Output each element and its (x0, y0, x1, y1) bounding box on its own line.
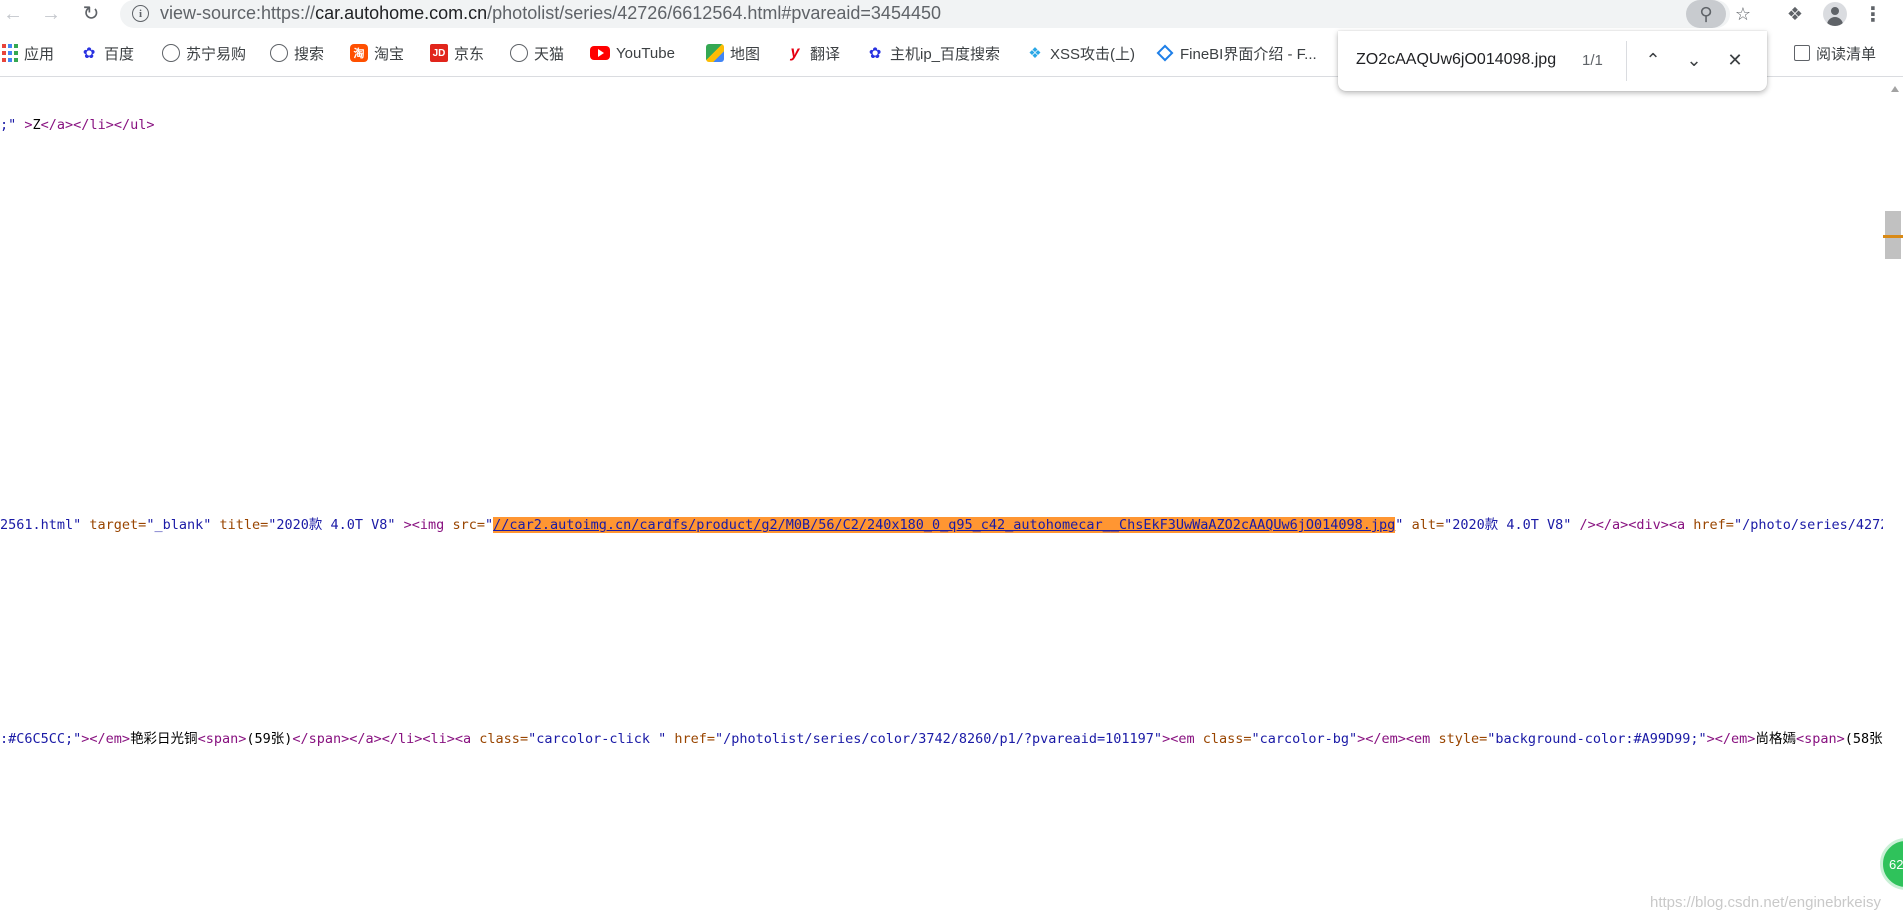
forward-arrow-icon[interactable]: → (38, 2, 64, 26)
bookmark-label: 搜索 (294, 45, 325, 63)
jd-icon: JD (430, 44, 448, 62)
reading-list-button[interactable]: 阅读清单 (1794, 42, 1876, 64)
maps-icon (706, 44, 724, 62)
bookmark-xss[interactable]: ❖ XSS攻击(上) (1026, 42, 1135, 64)
taobao-icon: 淘 (350, 44, 368, 62)
url-scheme: view-source:https:// (160, 3, 316, 23)
find-next-chevron-down-icon[interactable]: ⌄ (1681, 47, 1707, 73)
globe-icon (162, 44, 180, 62)
bookmark-label: 百度 (104, 45, 135, 63)
find-previous-chevron-up-icon[interactable]: ⌃ (1640, 47, 1666, 73)
reading-list-icon (1794, 45, 1810, 61)
bookmark-taobao[interactable]: 淘 淘宝 (350, 42, 404, 64)
page-source-view: ;" >Z</a></li></ul> 2561.html" target="_… (0, 77, 1883, 922)
image-src-link[interactable]: //car2.autoimg.cn/cardfs/product/g2/M0B/… (493, 517, 1396, 533)
source-line: 2561.html" target="_blank" title="2020款 … (0, 513, 1883, 533)
bookmark-jd[interactable]: JD 京东 (430, 42, 484, 64)
find-close-icon[interactable]: ✕ (1722, 47, 1748, 73)
bookmark-apps[interactable]: 应用 (2, 42, 54, 64)
bookmark-label: 地图 (730, 45, 761, 63)
bookmark-maps[interactable]: 地图 (706, 42, 760, 64)
bookmark-label: YouTube (616, 44, 675, 62)
scroll-up-arrow-icon[interactable] (1891, 86, 1899, 92)
apps-grid-icon (2, 44, 18, 62)
extensions-puzzle-icon[interactable]: ❖ (1781, 2, 1809, 26)
bookmark-translate[interactable]: y 翻译 (786, 42, 840, 64)
browser-toolbar: ← → ↻ i view-source:https://car.autohome… (0, 0, 1903, 28)
bookmark-baidu[interactable]: ✿ 百度 (80, 42, 134, 64)
xss-icon: ❖ (1028, 45, 1042, 62)
photo-series-link[interactable]: "/photo/series/42726/ (1734, 517, 1883, 533)
find-in-page-icon[interactable]: ⚲ (1686, 0, 1726, 28)
bookmark-label: 淘宝 (374, 45, 405, 63)
reload-icon[interactable]: ↻ (78, 2, 104, 26)
find-match-marker (1883, 235, 1903, 238)
youdao-icon: y (790, 44, 800, 61)
globe-icon (510, 44, 528, 62)
bookmark-search[interactable]: 搜索 (270, 42, 324, 64)
bookmark-host-ip[interactable]: ✿ 主机ip_百度搜索 (866, 42, 1000, 64)
kebab-menu-icon[interactable]: ⋮ (1859, 2, 1887, 26)
bookmark-label: 主机ip_百度搜索 (890, 45, 1001, 63)
baidu-paw-icon: ✿ (82, 45, 96, 62)
bookmark-suning[interactable]: 苏宁易购 (162, 42, 246, 64)
bookmark-label: 天猫 (534, 45, 565, 63)
bookmark-finebi[interactable]: FineBI界面介绍 - F... (1156, 42, 1317, 64)
find-bar: ZO2cAAQUw6jO014098.jpg 1/1 ⌃ ⌄ ✕ (1338, 31, 1767, 91)
youtube-icon (590, 46, 610, 60)
find-input[interactable]: ZO2cAAQUw6jO014098.jpg (1356, 51, 1566, 69)
bookmark-tmall[interactable]: 天猫 (510, 42, 564, 64)
bookmark-star-icon[interactable]: ☆ (1727, 0, 1759, 28)
site-info-icon[interactable]: i (132, 5, 149, 22)
url-path: /photolist/series/42726/6612564.html#pva… (487, 3, 941, 23)
url-host: car.autohome.com.cn (315, 3, 488, 23)
bookmark-label: XSS攻击(上) (1050, 45, 1136, 63)
watermark: https://blog.csdn.net/enginebrkeisy (1650, 894, 1881, 911)
globe-icon (270, 44, 288, 62)
profile-avatar-icon[interactable] (1823, 2, 1847, 26)
find-divider (1626, 41, 1627, 81)
bookmark-label: 京东 (454, 45, 485, 63)
vertical-scrollbar[interactable] (1883, 77, 1903, 922)
bookmark-label: 翻译 (810, 45, 841, 63)
bookmark-label: 苏宁易购 (186, 45, 247, 63)
source-line: ;" >Z</a></li></ul> (0, 117, 155, 133)
reading-list-label: 阅读清单 (1816, 45, 1877, 63)
address-bar[interactable]: i view-source:https://car.autohome.com.c… (120, 0, 1751, 28)
finebi-icon (1156, 44, 1174, 62)
find-match-count: 1/1 (1582, 52, 1603, 69)
bookmark-label: 应用 (24, 45, 55, 63)
bookmark-youtube[interactable]: YouTube (590, 42, 675, 64)
source-line: :#C6C5CC;"></em>艳彩日光铜<span>(59张)</span><… (0, 731, 1883, 747)
address-url[interactable]: view-source:https://car.autohome.com.cn/… (160, 3, 941, 24)
back-arrow-icon[interactable]: ← (0, 2, 26, 26)
baidu-paw-icon: ✿ (868, 45, 882, 62)
bookmark-label: FineBI界面介绍 - F... (1180, 45, 1317, 63)
color-filter-link[interactable]: "/photolist/series/color/3742/8260/p1/?p… (715, 731, 1162, 747)
